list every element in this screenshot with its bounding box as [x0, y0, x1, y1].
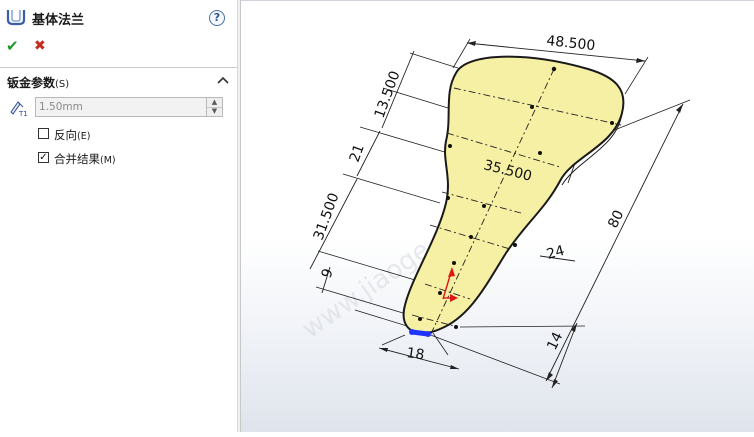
base-flange-icon	[6, 10, 26, 26]
reverse-label: 反向(E)	[54, 127, 90, 143]
dim-13-5[interactable]: 13.500	[372, 69, 404, 121]
merge-result-checkbox[interactable]: ✓	[38, 152, 49, 163]
chevron-up-icon[interactable]	[217, 75, 229, 85]
selected-edge-end[interactable]	[425, 331, 431, 337]
dim-14[interactable]: 14	[544, 330, 566, 353]
cancel-button[interactable]: ✖	[34, 38, 50, 54]
reverse-checkbox[interactable]	[38, 128, 49, 139]
dim-9[interactable]: 9	[319, 267, 337, 281]
thickness-input[interactable]: 1.50mm ▲ ▼	[35, 97, 223, 117]
reverse-label-text: 反向	[54, 128, 77, 142]
section-title-accel: (S)	[55, 79, 70, 90]
merge-result-label: 合并结果(M)	[54, 151, 116, 167]
merge-result-label-text: 合并结果	[54, 152, 100, 166]
property-manager-panel: 基体法兰 ? ✔ ✖ 钣金参数(S) T1 1.50mm ▲ ▼ 反向(E) ✓…	[0, 0, 237, 432]
feature-title: 基体法兰	[32, 13, 85, 28]
help-icon[interactable]: ?	[209, 10, 225, 26]
section-title-text: 钣金参数	[7, 76, 56, 90]
section-title-sheet-metal-params[interactable]: 钣金参数(S)	[7, 74, 69, 91]
dim-80[interactable]: 80	[605, 208, 627, 231]
svg-text:T1: T1	[18, 110, 28, 118]
feature-header: 基体法兰 ?	[0, 0, 237, 34]
selected-edge-start[interactable]	[409, 329, 415, 335]
dim-18[interactable]: 18	[405, 345, 425, 363]
reverse-label-accel: (E)	[77, 131, 91, 142]
dim-24[interactable]: 24	[545, 243, 566, 263]
merge-result-label-accel: (M)	[100, 155, 116, 166]
section-divider	[0, 67, 237, 68]
graphics-viewport[interactable]: www.jiaoge.com 48.500 13.500 35.500 21 3…	[241, 0, 754, 432]
ok-button[interactable]: ✔	[6, 38, 22, 54]
thickness-stepper: ▲ ▼	[206, 98, 222, 116]
thickness-icon: T1	[10, 101, 28, 118]
thickness-value: 1.50mm	[39, 101, 83, 113]
sketch-canvas[interactable]: www.jiaoge.com 48.500 13.500 35.500 21 3…	[241, 1, 754, 433]
dim-top-width[interactable]: 48.500	[546, 33, 596, 54]
stepper-down-icon[interactable]: ▼	[207, 107, 222, 116]
